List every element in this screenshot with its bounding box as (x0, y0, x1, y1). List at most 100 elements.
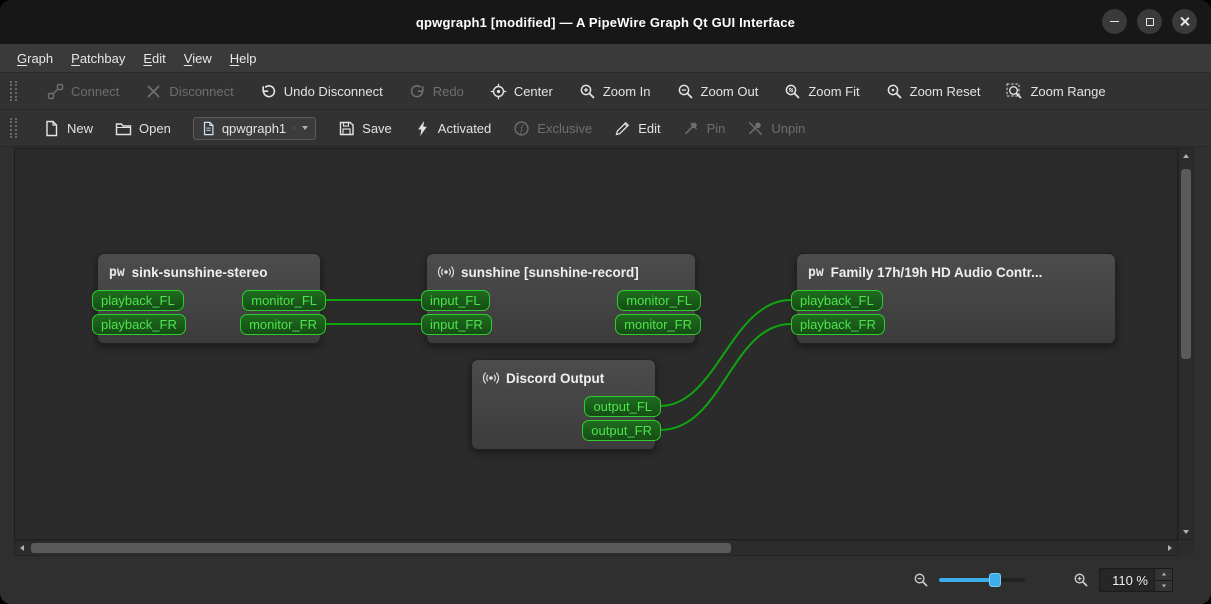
port-pill[interactable]: playback_FL (791, 290, 883, 311)
menu-graph[interactable]: Graph (8, 44, 62, 72)
disconnect-icon (145, 83, 162, 100)
node-sunshine-record[interactable]: sunshine [sunshine-record] input_FL inpu… (421, 253, 701, 344)
pin-button[interactable]: Pin (683, 120, 725, 137)
new-document-icon (43, 120, 60, 137)
node-discord-output[interactable]: Discord Output output_FL output_FR (471, 359, 661, 450)
scrollbar-corner (1178, 540, 1194, 556)
spin-down-button[interactable] (1155, 579, 1172, 591)
port-pill[interactable]: playback_FR (791, 314, 885, 335)
zoom-in-mini-icon[interactable] (1073, 572, 1089, 588)
port-pill[interactable]: playback_FL (92, 290, 184, 311)
pencil-icon (614, 120, 631, 137)
menu-patchbay[interactable]: Patchbay (62, 44, 134, 72)
port-pill[interactable]: playback_FR (92, 314, 186, 335)
vertical-scrollbar[interactable] (1178, 148, 1194, 540)
lightning-icon (414, 120, 431, 137)
minimize-button[interactable] (1102, 9, 1127, 34)
zoom-out-icon (677, 83, 694, 100)
connections-layer (324, 298, 792, 431)
zoom-in-button[interactable]: Zoom In (579, 83, 651, 100)
close-button[interactable] (1172, 9, 1197, 34)
port-pill[interactable]: monitor_FR (240, 314, 326, 335)
scroll-right-button[interactable] (1163, 541, 1177, 555)
disconnect-label: Disconnect (169, 83, 234, 99)
open-button[interactable]: Open (115, 120, 171, 137)
activated-button[interactable]: Activated (414, 120, 491, 137)
port-pill[interactable]: input_FR (421, 314, 492, 335)
save-button[interactable]: Save (338, 120, 392, 137)
zoom-slider-handle[interactable] (989, 573, 1001, 587)
spin-up-button[interactable] (1155, 569, 1172, 580)
toolbar-grip-icon[interactable] (10, 81, 17, 101)
content-area: pw sink-sunshine-stereo playback_FL play… (0, 147, 1211, 556)
node-header: Discord Output (472, 360, 655, 396)
graph-canvas[interactable]: pw sink-sunshine-stereo playback_FL play… (14, 148, 1178, 540)
pin-icon (683, 120, 700, 137)
zoom-fit-button[interactable]: Zoom Fit (784, 83, 860, 100)
node-header: pw Family 17h/19h HD Audio Contr... (797, 254, 1115, 290)
node-sink-sunshine-stereo[interactable]: pw sink-sunshine-stereo playback_FL play… (92, 253, 326, 344)
connect-button[interactable]: Connect (47, 83, 119, 100)
zoom-reset-label: Zoom Reset (909, 83, 981, 99)
horizontal-scrollbar-thumb[interactable] (31, 543, 731, 553)
zoom-value[interactable]: 110 % (1100, 569, 1154, 591)
port-pill[interactable]: monitor_FL (617, 290, 701, 311)
node-title: sunshine [sunshine-record] (461, 264, 639, 280)
open-label: Open (139, 120, 171, 136)
port-pill[interactable]: input_FL (421, 290, 490, 311)
window-title: qpwgraph1 [modified] — A PipeWire Graph … (415, 14, 796, 30)
unpin-button[interactable]: Unpin (747, 120, 805, 137)
menu-edit[interactable]: Edit (134, 44, 174, 72)
toolbar-grip-icon[interactable] (10, 118, 17, 138)
node-title: sink-sunshine-stereo (131, 264, 268, 280)
patchbay-selector-dropdown[interactable]: qpwgraph1 (192, 116, 317, 140)
zoom-reset-icon (886, 83, 903, 100)
menu-view[interactable]: View (175, 44, 221, 72)
unpin-label: Unpin (771, 120, 806, 136)
center-label: Center (513, 83, 553, 99)
edit-button[interactable]: Edit (614, 120, 661, 137)
exclusive-button[interactable]: f Exclusive (513, 120, 592, 137)
edit-label: Edit (638, 120, 661, 136)
zoom-range-label: Zoom Range (1030, 83, 1106, 99)
titlebar[interactable]: qpwgraph1 [modified] — A PipeWire Graph … (0, 0, 1211, 44)
vertical-scrollbar-thumb[interactable] (1181, 169, 1191, 359)
maximize-button[interactable] (1137, 9, 1162, 34)
scroll-up-button[interactable] (1179, 149, 1193, 163)
zoom-slider[interactable] (939, 573, 1025, 587)
patchbay-selected-value: qpwgraph1 (221, 120, 287, 136)
ports-row: playback_FL playback_FR monitor_FL monit… (92, 290, 326, 343)
node-family-audio-controller[interactable]: pw Family 17h/19h HD Audio Contr... play… (791, 253, 1116, 344)
disconnect-button[interactable]: Disconnect (145, 83, 234, 100)
zoom-range-icon (1006, 83, 1023, 100)
horizontal-scrollbar[interactable] (14, 540, 1178, 556)
redo-button[interactable]: Redo (409, 83, 464, 100)
menu-help[interactable]: Help (221, 44, 266, 72)
port-pill[interactable]: monitor_FR (615, 314, 701, 335)
scroll-down-button[interactable] (1179, 525, 1193, 539)
node-title: Family 17h/19h HD Audio Contr... (830, 264, 1043, 280)
zoom-out-button[interactable]: Zoom Out (677, 83, 759, 100)
zoom-out-label: Zoom Out (700, 83, 759, 99)
center-icon (490, 83, 507, 100)
zoom-in-label: Zoom In (602, 83, 651, 99)
port-pill[interactable]: output_FL (584, 396, 661, 417)
zoom-spinbox[interactable]: 110 % (1099, 568, 1173, 592)
new-button[interactable]: New (43, 120, 93, 137)
zoom-reset-button[interactable]: Zoom Reset (886, 83, 981, 100)
undo-disconnect-button[interactable]: Undo Disconnect (260, 83, 383, 100)
center-button[interactable]: Center (490, 83, 553, 100)
arrow-down-icon (1161, 584, 1166, 588)
undo-label: Undo Disconnect (283, 83, 383, 99)
arrow-up-icon (1161, 572, 1166, 576)
port-pill[interactable]: monitor_FL (242, 290, 326, 311)
port-pill[interactable]: output_FR (582, 420, 661, 441)
ports-row: playback_FL playback_FR (791, 290, 1115, 343)
arrow-right-icon (1168, 545, 1172, 551)
scroll-left-button[interactable] (15, 541, 29, 555)
zoom-range-button[interactable]: Zoom Range (1006, 83, 1106, 100)
connect-label: Connect (71, 83, 120, 99)
record-source-icon (483, 370, 499, 386)
zoom-in-icon (579, 83, 596, 100)
zoom-out-mini-icon[interactable] (913, 572, 929, 588)
